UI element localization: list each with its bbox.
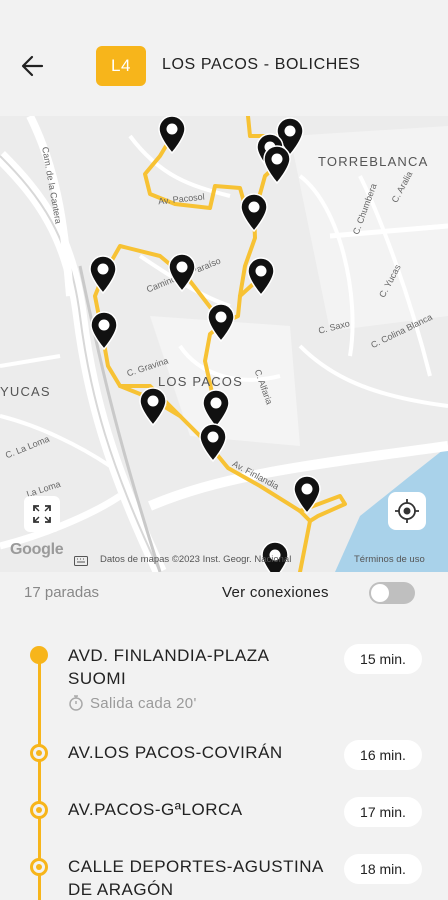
stops-toolbar: 17 paradas Ver conexiones xyxy=(0,572,448,620)
my-location-button[interactable] xyxy=(388,492,426,530)
bus-stop-marker-icon[interactable] xyxy=(87,254,119,294)
terms-link[interactable]: Términos de uso xyxy=(354,554,425,565)
route-title: LOS PACOS - BOLICHES xyxy=(162,56,361,73)
area-label-yucas: YUCAS xyxy=(0,384,51,399)
stop-dot xyxy=(30,744,48,762)
app-header: L4 LOS PACOS - BOLICHES xyxy=(0,0,448,116)
bus-stop-marker-icon[interactable] xyxy=(261,144,293,184)
stop-time: 15 min. xyxy=(344,644,422,674)
bus-stop-marker-icon[interactable] xyxy=(137,386,169,426)
bus-stop-marker-icon[interactable] xyxy=(156,116,188,154)
connections-label: Ver conexiones xyxy=(222,584,329,601)
stops-count: 17 paradas xyxy=(24,584,100,601)
google-logo: Google xyxy=(10,541,64,558)
stop-name: CALLE DEPORTES-AGUSTINA DE ARAGÓN xyxy=(68,857,323,899)
back-button[interactable] xyxy=(18,50,50,82)
stop-name: AVD. FINLANDIA-PLAZA SUOMI xyxy=(68,646,269,688)
stop-time: 18 min. xyxy=(344,854,422,884)
stop-dot xyxy=(30,858,48,876)
area-label-los-pacos: LOS PACOS xyxy=(158,374,243,389)
stop-time: 16 min. xyxy=(344,740,422,770)
stop-dot xyxy=(30,801,48,819)
line-badge: L4 xyxy=(96,46,146,86)
bus-stop-marker-icon[interactable] xyxy=(238,192,270,232)
crosshair-icon xyxy=(395,499,419,523)
stop-time: 17 min. xyxy=(344,797,422,827)
arrow-left-icon xyxy=(21,55,44,77)
bus-stop-marker-icon[interactable] xyxy=(291,474,323,514)
bus-stop-marker-icon[interactable] xyxy=(88,310,120,350)
expand-icon xyxy=(33,505,51,523)
route-map[interactable]: TORREBLANCA LOS PACOS YUCAS Cam. de la C… xyxy=(0,116,448,572)
map-attribution: Datos de mapas ©2023 Inst. Geogr. Nacion… xyxy=(100,554,292,565)
stop-frequency: Salida cada 20' xyxy=(68,694,197,712)
toggle-knob xyxy=(371,584,389,602)
stop-name: AV.PACOS-GªLORCA xyxy=(68,800,243,819)
stop-dot xyxy=(30,646,48,664)
keyboard-icon xyxy=(74,556,88,566)
fullscreen-button[interactable] xyxy=(24,496,60,532)
bus-stop-marker-icon[interactable] xyxy=(166,252,198,292)
stop-frequency-text: Salida cada 20' xyxy=(90,694,197,712)
area-label-torreblanca: TORREBLANCA xyxy=(318,154,429,169)
bus-stop-marker-icon[interactable] xyxy=(197,422,229,462)
stopwatch-icon xyxy=(69,695,83,711)
bus-stop-marker-icon[interactable] xyxy=(205,302,237,342)
bus-stop-marker-icon[interactable] xyxy=(245,256,277,296)
stop-name: AV.LOS PACOS-COVIRÁN xyxy=(68,743,283,762)
connections-toggle[interactable] xyxy=(369,582,415,604)
